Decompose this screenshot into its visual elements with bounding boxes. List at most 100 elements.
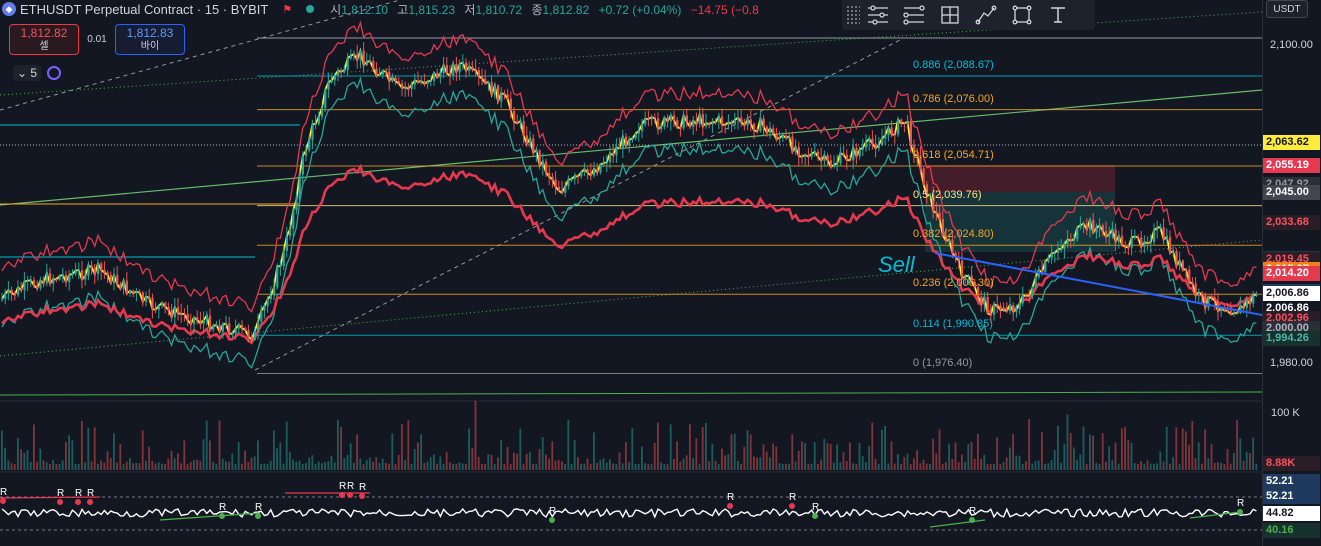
candle-body — [1002, 309, 1005, 311]
volume-bar — [122, 463, 125, 470]
candle-body — [868, 138, 871, 142]
volume-bar — [1169, 463, 1171, 470]
candle-body — [935, 211, 938, 213]
volume-bar — [861, 456, 864, 470]
fib-settings-icon[interactable] — [896, 0, 932, 30]
volume-bar — [698, 463, 701, 470]
volume-bar — [401, 423, 403, 470]
pattern-icon[interactable] — [860, 0, 896, 30]
volume-bar — [858, 443, 861, 470]
candle-body — [401, 83, 404, 88]
candle-body — [1009, 305, 1012, 312]
bullish-divergence-line — [159, 512, 261, 521]
candle-body — [58, 276, 61, 280]
candle-body — [365, 61, 368, 66]
candle-body — [305, 150, 308, 156]
candle-body — [772, 128, 775, 134]
volume-bar — [618, 452, 621, 470]
volume-bar — [705, 422, 707, 470]
price-tag[interactable]: 2,063.62 — [1263, 135, 1320, 151]
sell-button[interactable]: 1,812.82 셀 — [9, 24, 79, 55]
currency-selector[interactable]: USDT — [1266, 0, 1308, 18]
volume-bar — [433, 454, 435, 470]
volume-bar — [378, 463, 381, 470]
volume-bar — [1143, 463, 1146, 470]
candle-body — [289, 229, 292, 237]
rectangle-icon[interactable] — [1004, 0, 1040, 30]
volume-bar — [369, 457, 371, 470]
symbol-title[interactable]: ETHUSDT Perpetual Contract · 15 · BYBIT — [20, 2, 268, 17]
candle-body — [394, 77, 397, 82]
candle-body — [247, 329, 250, 337]
volume-bar — [375, 457, 378, 470]
price-tag[interactable]: 2,033.68 — [1263, 214, 1320, 230]
flag-icon[interactable]: ⚑ — [282, 3, 292, 16]
candle-body — [529, 138, 532, 144]
volume-bar — [1098, 463, 1101, 470]
volume-bar — [20, 449, 22, 470]
candle-body — [497, 85, 500, 102]
volume-bar — [279, 442, 282, 470]
volume-bar — [954, 442, 957, 470]
price-tag[interactable]: 2,014.20 — [1263, 266, 1320, 282]
price-tag[interactable]: 2,055.19 — [1263, 157, 1320, 173]
volume-bar — [397, 455, 400, 470]
candle-body — [541, 161, 544, 166]
candle-body — [487, 81, 490, 84]
volume-bar — [330, 455, 333, 470]
candle-body — [385, 71, 388, 73]
volume-bar — [647, 463, 650, 470]
volume-bar — [372, 461, 374, 470]
price-tag[interactable]: 2,006.86 — [1263, 285, 1320, 301]
volume-bar — [919, 463, 922, 470]
candle-body — [241, 324, 244, 328]
volume-bar — [708, 461, 710, 470]
price-tag[interactable]: 2,045.00 — [1263, 184, 1320, 200]
trendline-icon[interactable] — [968, 0, 1004, 30]
candle-body — [676, 120, 679, 128]
candle-body — [250, 336, 253, 340]
volume-bar — [737, 460, 739, 470]
buy-button[interactable]: 1,812.83 바이 — [115, 24, 185, 55]
candle-body — [477, 70, 480, 77]
price-tag[interactable]: 1,994.26 — [1263, 330, 1320, 346]
candle-body — [804, 155, 807, 157]
candle-body — [557, 186, 560, 191]
candle-body — [77, 270, 80, 272]
candle-body — [273, 287, 276, 296]
volume-bar — [769, 457, 771, 470]
candle-body — [189, 320, 192, 325]
volume-bar — [1223, 463, 1226, 470]
indicator-layers-icon[interactable] — [47, 66, 62, 80]
fib-level-label: 0.5 (2,039.76) — [913, 188, 982, 201]
drag-grip-icon[interactable] — [846, 5, 860, 25]
candle-body — [820, 156, 823, 161]
bear-marker — [57, 499, 63, 505]
volume-bar — [404, 459, 406, 470]
price-chart-canvas[interactable]: SellR R R RR R RR RR R R R RR — [0, 0, 1262, 546]
volume-bar — [1178, 464, 1181, 470]
volume-bar — [503, 463, 506, 470]
candle-body — [1012, 305, 1015, 312]
volume-bar — [1162, 461, 1165, 470]
candle-body — [103, 270, 106, 273]
candle-body — [471, 66, 474, 69]
volume-bar — [1069, 432, 1072, 470]
volume-bar — [650, 463, 653, 470]
crosshair-box-icon[interactable] — [932, 0, 968, 30]
candle-body — [836, 163, 839, 166]
bear-marker-label: R — [727, 492, 734, 503]
volume-bar — [1076, 459, 1078, 470]
indicator-collapse-button[interactable]: ⌄ 5 — [13, 65, 42, 81]
text-icon[interactable] — [1040, 0, 1076, 30]
candle-body — [93, 267, 96, 275]
volume-bar — [941, 463, 944, 470]
volume-bar — [938, 429, 941, 470]
volume-bar — [849, 442, 851, 470]
candle-body — [407, 87, 410, 89]
bear-marker-label: R — [347, 481, 354, 492]
candle-body — [759, 118, 762, 132]
candle-body — [1133, 236, 1136, 238]
candle-body — [145, 296, 148, 302]
candle-body — [481, 76, 484, 79]
